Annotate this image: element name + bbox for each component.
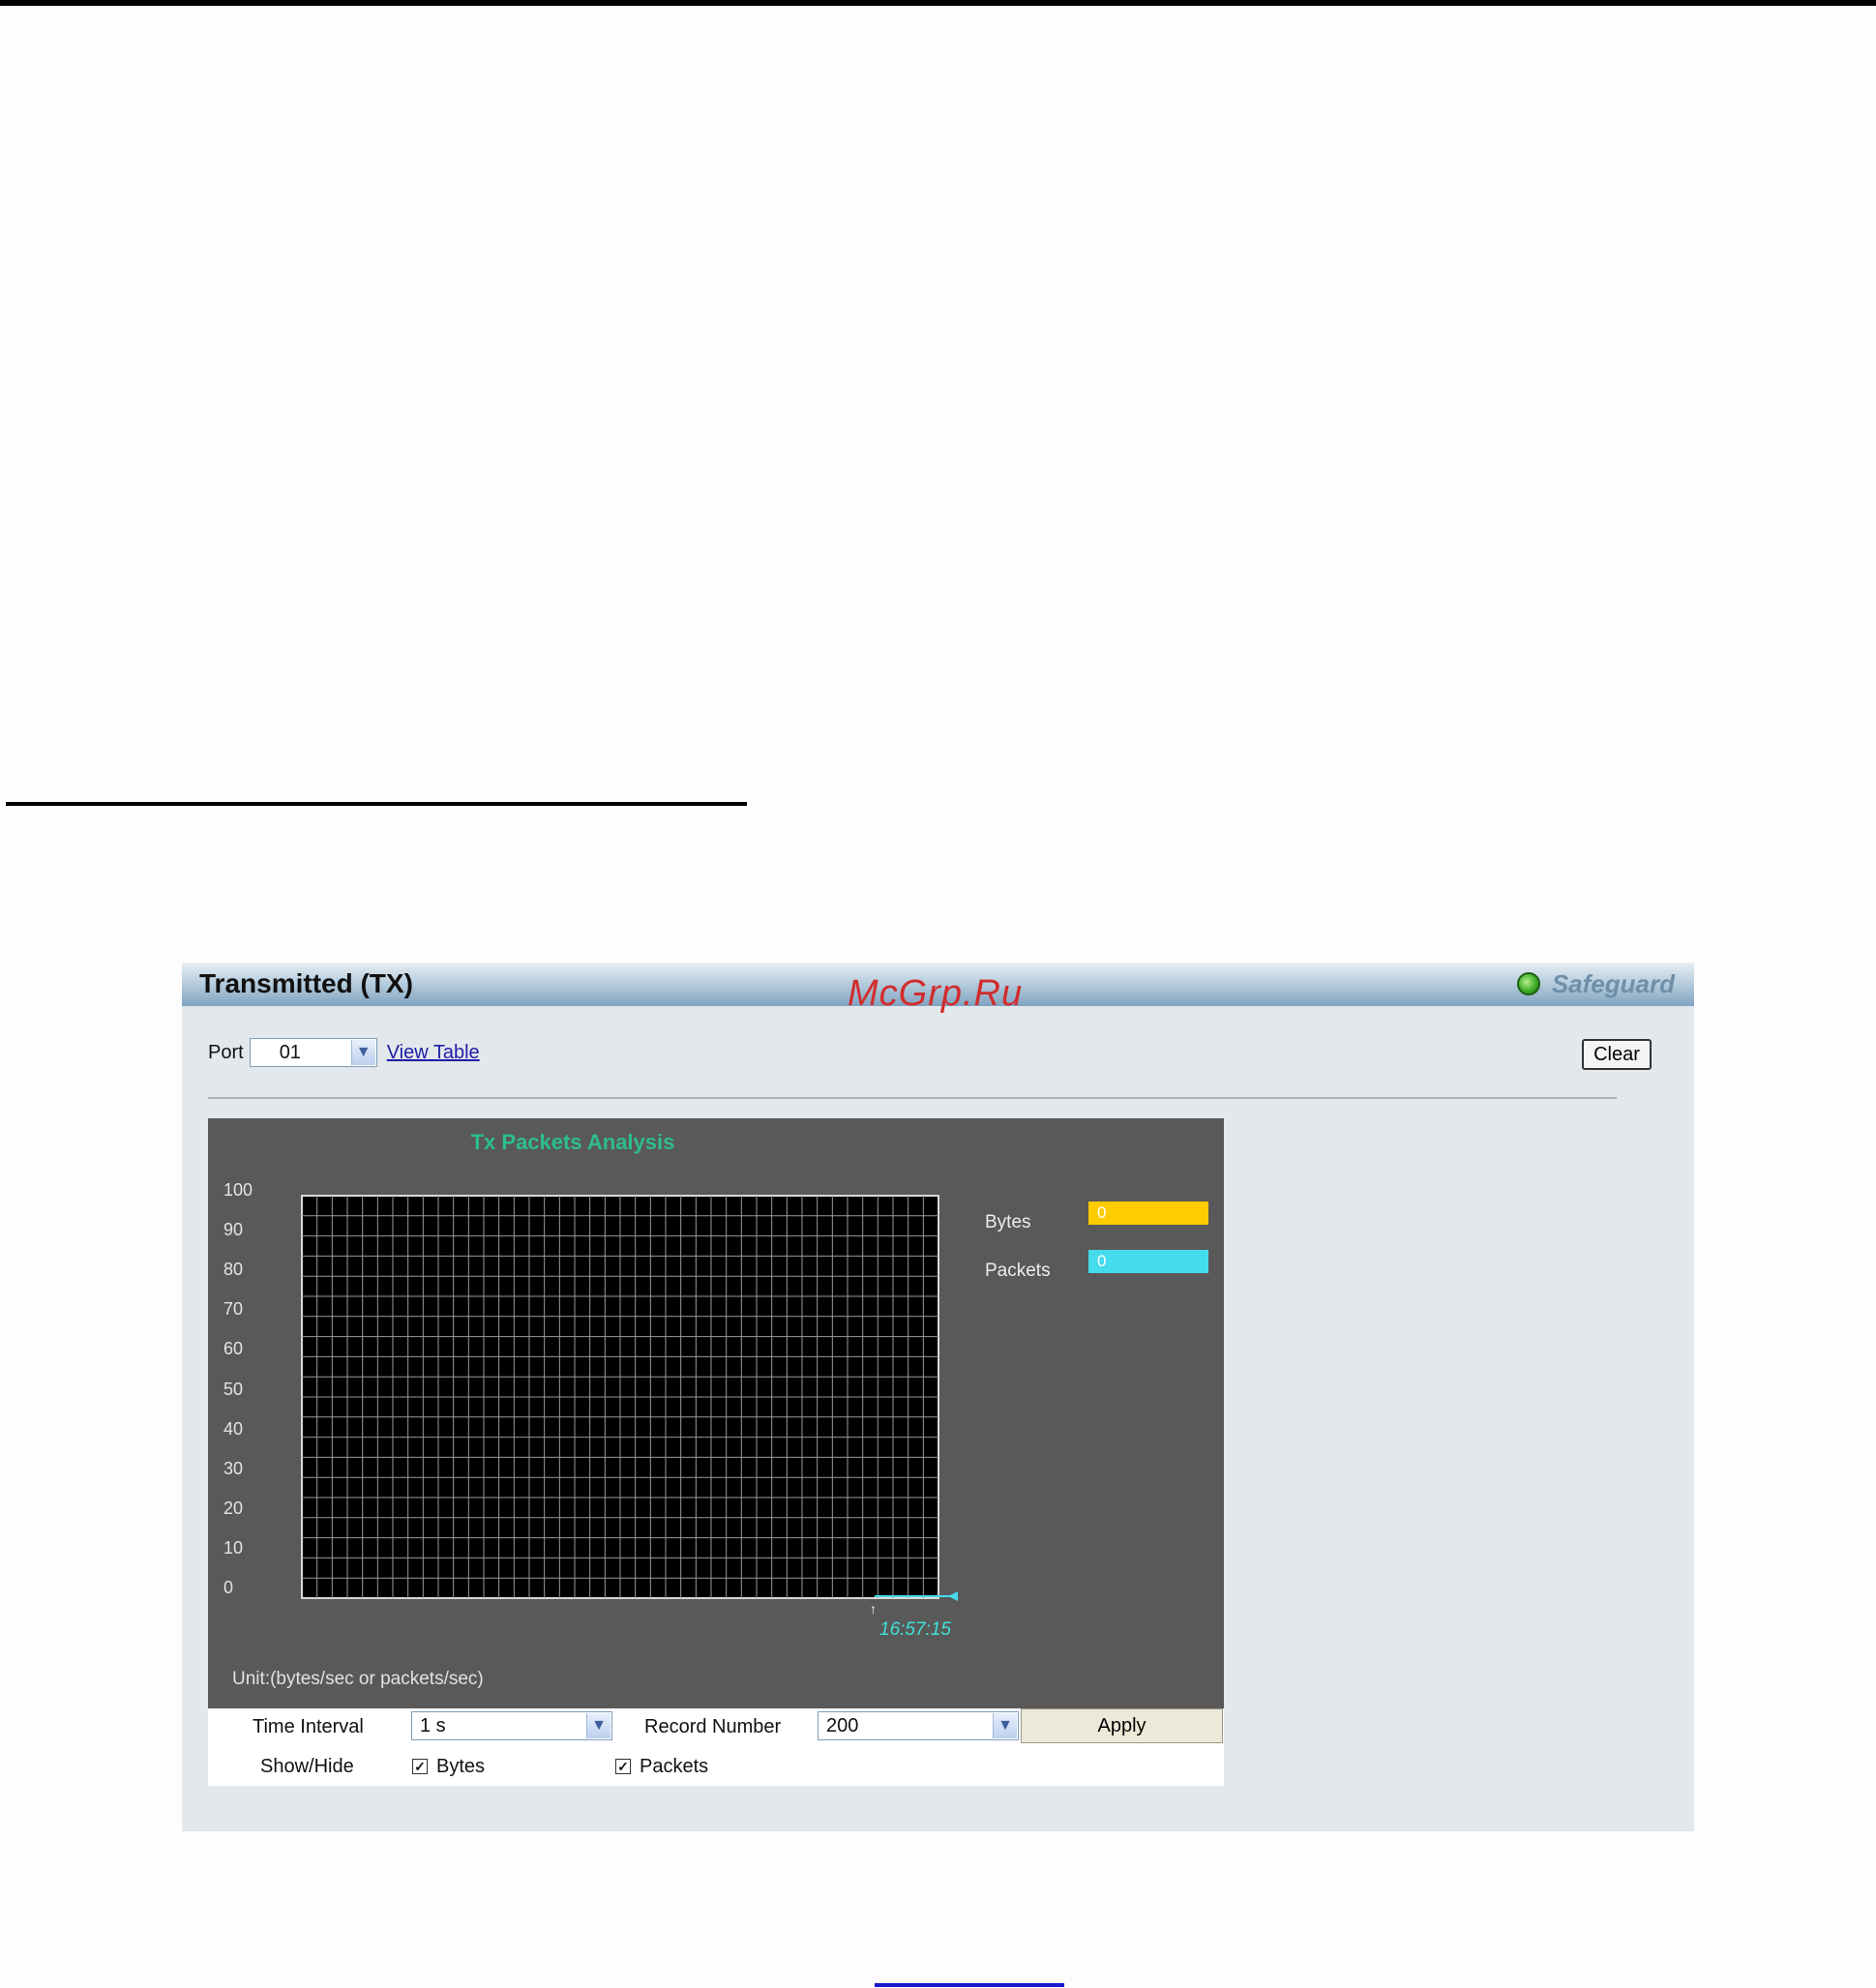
show-bytes-label: Bytes	[436, 1756, 486, 1777]
legend-value-bytes: 0	[1088, 1202, 1208, 1225]
safeguard-label: Safeguard	[1551, 968, 1675, 998]
bottom-link-underline	[875, 1983, 1064, 1987]
record-number-value: 200	[826, 1714, 859, 1736]
time-interval-select[interactable]: 1 s ▼	[411, 1711, 612, 1740]
time-marker-arrow-icon: ↑	[870, 1601, 877, 1617]
clear-button[interactable]: Clear	[1582, 1039, 1652, 1070]
series-end-marker	[948, 1591, 958, 1601]
port-select[interactable]: 01 ▼	[249, 1038, 377, 1067]
time-interval-value: 1 s	[420, 1714, 446, 1736]
show-packets-label: Packets	[640, 1756, 709, 1777]
legend-label-packets: Packets	[985, 1261, 1051, 1281]
view-table-link[interactable]: View Table	[387, 1042, 480, 1064]
divider	[208, 1097, 1617, 1099]
legend-value-packets: 0	[1088, 1250, 1208, 1273]
watermark-text: McGrp.Ru	[848, 973, 1024, 1014]
legend-label-bytes: Bytes	[985, 1212, 1031, 1232]
port-select-value: 01	[279, 1041, 301, 1063]
port-label: Port	[208, 1041, 244, 1063]
chevron-down-icon[interactable]: ▼	[350, 1040, 375, 1065]
apply-button[interactable]: Apply	[1021, 1708, 1223, 1743]
tx-packets-chart: Tx Packets Analysis 100 90 80 70 60 50 40 30 20 1…	[208, 1118, 1224, 1708]
panel-title: Transmitted (TX)	[199, 968, 413, 998]
port-row: Port 01 ▼ View Table	[208, 1037, 480, 1068]
transmitted-tx-panel: Transmitted (TX) McGrp.Ru Safeguard Port…	[182, 963, 1694, 1831]
show-packets-checkbox[interactable]: ✓	[615, 1759, 631, 1774]
chevron-down-icon[interactable]: ▼	[586, 1713, 610, 1738]
time-marker-label: 16:57:15	[879, 1619, 951, 1640]
record-number-label: Record Number	[644, 1716, 782, 1737]
record-number-select[interactable]: 200 ▼	[818, 1711, 1019, 1740]
section-rule	[6, 802, 747, 806]
page-top-rule	[0, 0, 1876, 6]
panel-header: Transmitted (TX) McGrp.Ru Safeguard	[182, 963, 1694, 1014]
chevron-down-icon[interactable]: ▼	[993, 1713, 1017, 1738]
show-bytes-checkbox[interactable]: ✓	[412, 1759, 428, 1774]
chart-controls: Time Interval 1 s ▼ Record Number 200 ▼ …	[208, 1708, 1224, 1786]
green-status-dot-icon	[1516, 972, 1540, 995]
chart-plot-area: ↑	[301, 1195, 958, 1617]
unit-note: Unit:(bytes/sec or packets/sec)	[232, 1669, 484, 1689]
time-interval-label: Time Interval	[253, 1716, 364, 1737]
safeguard-indicator: Safeguard	[1516, 968, 1675, 999]
show-hide-label: Show/Hide	[260, 1756, 354, 1777]
